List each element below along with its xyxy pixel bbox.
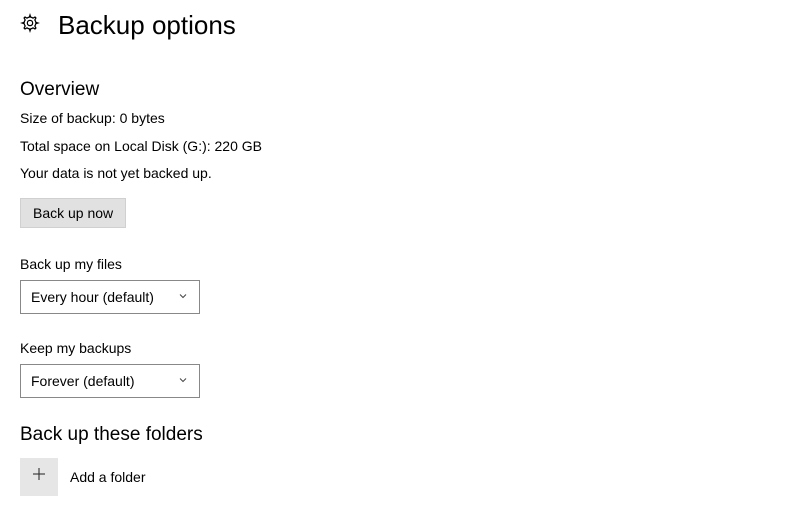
backup-size-text: Size of backup: 0 bytes bbox=[20, 109, 769, 129]
frequency-selected-value: Every hour (default) bbox=[31, 289, 154, 305]
plus-icon bbox=[30, 465, 48, 488]
chevron-down-icon bbox=[177, 373, 189, 389]
retention-selected-value: Forever (default) bbox=[31, 373, 134, 389]
frequency-select[interactable]: Every hour (default) bbox=[20, 280, 200, 314]
frequency-label: Back up my files bbox=[20, 256, 769, 272]
add-folder-button[interactable] bbox=[20, 458, 58, 496]
overview-heading: Overview bbox=[20, 79, 769, 101]
retention-label: Keep my backups bbox=[20, 340, 769, 356]
backup-status-text: Your data is not yet backed up. bbox=[20, 164, 769, 184]
add-folder-item[interactable]: Add a folder bbox=[20, 458, 769, 496]
add-folder-label: Add a folder bbox=[70, 469, 146, 485]
retention-select[interactable]: Forever (default) bbox=[20, 364, 200, 398]
page-header: Backup options bbox=[20, 10, 769, 41]
backup-now-button[interactable]: Back up now bbox=[20, 198, 126, 228]
folders-heading: Back up these folders bbox=[20, 424, 769, 446]
total-space-text: Total space on Local Disk (G:): 220 GB bbox=[20, 137, 769, 157]
chevron-down-icon bbox=[177, 289, 189, 305]
gear-icon bbox=[20, 13, 40, 38]
page-title: Backup options bbox=[58, 10, 236, 41]
